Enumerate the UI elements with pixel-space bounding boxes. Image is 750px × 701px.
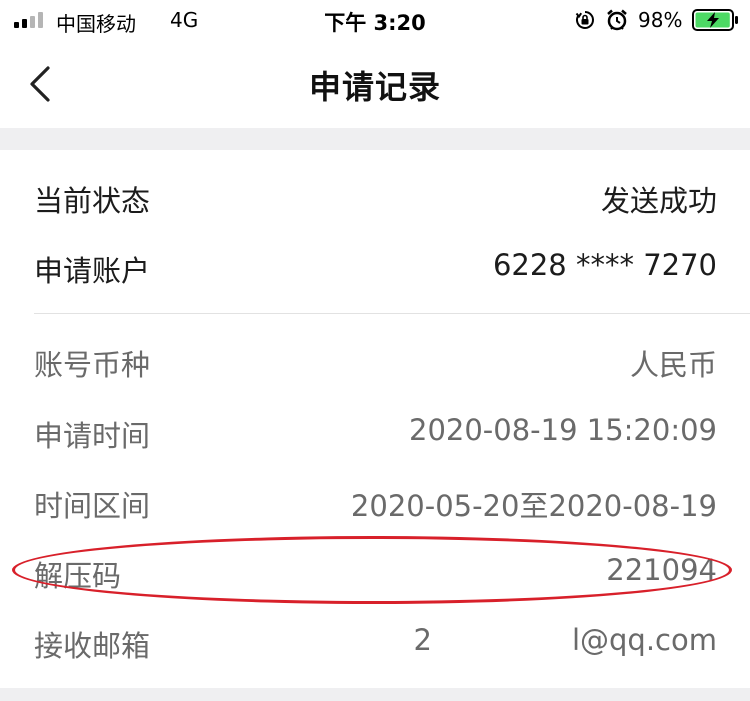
battery-charging-icon xyxy=(692,9,738,31)
battery-percent: 98% xyxy=(638,8,683,32)
rotation-lock-icon xyxy=(575,11,594,29)
period-value: 2020-05-20至2020-08-19 xyxy=(350,489,717,523)
section-separator xyxy=(0,128,750,150)
detail-row-account: 申请账户 6228 **** 7270 xyxy=(0,234,750,300)
status-bar: 中国移动 4G 下午 3:20 98% xyxy=(0,0,750,40)
nav-bar: 申请记录 xyxy=(0,40,750,128)
detail-row-status: 当前状态 发送成功 xyxy=(0,164,750,230)
period-label: 时间区间 xyxy=(34,489,151,523)
account-value: 6228 **** 7270 xyxy=(492,248,717,282)
detail-row-apply-time: 申请时间 2020-08-19 15:20:09 xyxy=(0,399,750,465)
divider xyxy=(34,313,750,314)
status-value: 发送成功 xyxy=(600,184,717,218)
email-suffix: l@qq.com xyxy=(571,623,717,657)
highlight-annotation xyxy=(12,536,732,604)
page-title: 申请记录 xyxy=(308,68,441,106)
detail-row-currency: 账号币种 人民币 xyxy=(0,328,750,394)
account-label: 申请账户 xyxy=(34,254,151,288)
currency-label: 账号币种 xyxy=(34,348,151,382)
apply-time-label: 申请时间 xyxy=(34,419,151,453)
apply-time-value: 2020-08-19 15:20:09 xyxy=(409,413,717,447)
email-value: 2 l@qq.com xyxy=(414,623,717,657)
email-prefix: 2 xyxy=(413,623,432,657)
detail-row-email: 接收邮箱 2 l@qq.com xyxy=(0,609,750,675)
alarm-icon xyxy=(607,9,627,31)
email-label: 接收邮箱 xyxy=(34,629,151,663)
currency-value: 人民币 xyxy=(629,348,717,382)
bottom-separator xyxy=(0,688,750,701)
detail-row-period: 时间区间 2020-05-20至2020-08-19 xyxy=(0,469,750,535)
status-label: 当前状态 xyxy=(34,184,151,218)
